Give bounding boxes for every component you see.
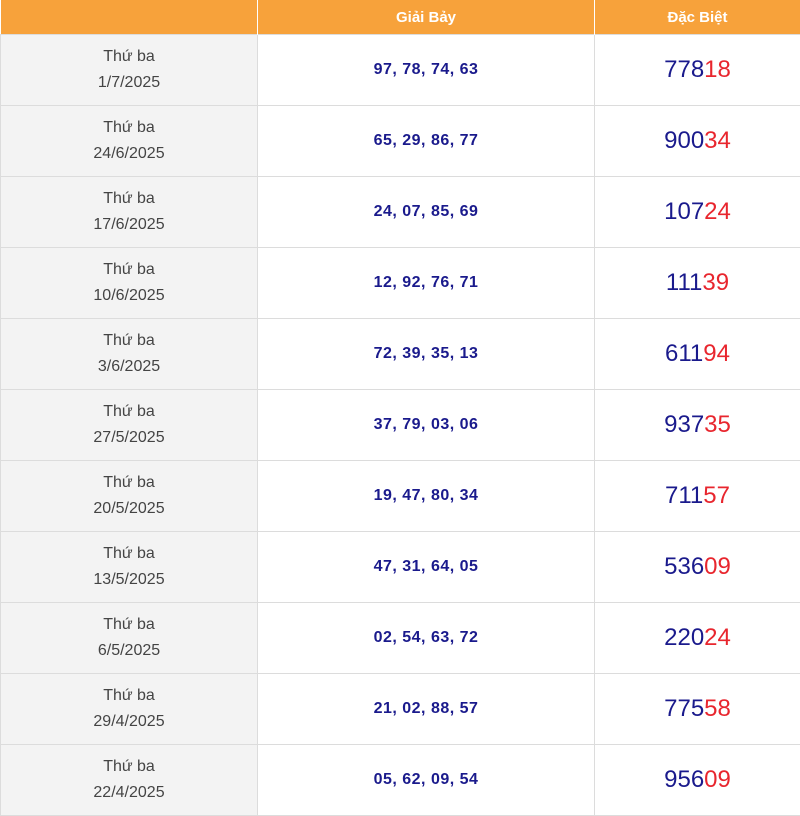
dac-biet-head-digits: 937 — [664, 411, 704, 438]
draw-date-label: 29/4/2025 — [1, 709, 257, 735]
draw-date-label: 3/6/2025 — [1, 354, 257, 380]
dac-biet-cell: 22024 — [595, 603, 800, 674]
table-row: Thứ ba13/5/202547, 31, 64, 0553609 — [1, 532, 800, 603]
weekday-label: Thứ ba — [1, 683, 257, 709]
dac-biet-cell: 90034 — [595, 106, 800, 177]
dac-biet-tail-digits: 39 — [702, 269, 729, 296]
dac-biet-tail-digits: 18 — [704, 56, 731, 83]
date-cell[interactable]: Thứ ba29/4/2025 — [1, 674, 258, 745]
weekday-label: Thứ ba — [1, 541, 257, 567]
giai-bay-cell: 05, 62, 09, 54 — [258, 745, 595, 816]
giai-bay-cell: 97, 78, 74, 63 — [258, 35, 595, 106]
dac-biet-cell: 61194 — [595, 319, 800, 390]
giai-bay-cell: 02, 54, 63, 72 — [258, 603, 595, 674]
header-giai-bay: Giải Bảy — [258, 0, 595, 35]
dac-biet-tail-digits: 35 — [704, 411, 731, 438]
dac-biet-tail-digits: 09 — [704, 553, 731, 580]
dac-biet-head-digits: 956 — [664, 766, 704, 793]
table-row: Thứ ba20/5/202519, 47, 80, 3471157 — [1, 461, 800, 532]
header-dac-biet: Đặc Biệt — [595, 0, 800, 35]
draw-date-label: 1/7/2025 — [1, 70, 257, 96]
table-row: Thứ ba22/4/202505, 62, 09, 5495609 — [1, 745, 800, 816]
dac-biet-head-digits: 107 — [664, 198, 704, 225]
dac-biet-tail-digits: 09 — [704, 766, 731, 793]
dac-biet-head-digits: 778 — [664, 56, 704, 83]
header-row: Giải Bảy Đặc Biệt — [1, 0, 800, 35]
draw-date-label: 10/6/2025 — [1, 283, 257, 309]
giai-bay-cell: 37, 79, 03, 06 — [258, 390, 595, 461]
date-cell[interactable]: Thứ ba3/6/2025 — [1, 319, 258, 390]
weekday-label: Thứ ba — [1, 115, 257, 141]
dac-biet-head-digits: 775 — [664, 695, 704, 722]
giai-bay-cell: 21, 02, 88, 57 — [258, 674, 595, 745]
draw-date-label: 27/5/2025 — [1, 425, 257, 451]
dac-biet-cell: 11139 — [595, 248, 800, 319]
weekday-label: Thứ ba — [1, 399, 257, 425]
dac-biet-tail-digits: 94 — [703, 340, 730, 367]
dac-biet-cell: 77818 — [595, 35, 800, 106]
dac-biet-head-digits: 536 — [664, 553, 704, 580]
weekday-label: Thứ ba — [1, 44, 257, 70]
dac-biet-tail-digits: 24 — [704, 624, 731, 651]
draw-date-label: 13/5/2025 — [1, 567, 257, 593]
dac-biet-cell: 93735 — [595, 390, 800, 461]
giai-bay-cell: 72, 39, 35, 13 — [258, 319, 595, 390]
dac-biet-head-digits: 611 — [665, 340, 703, 367]
date-cell[interactable]: Thứ ba13/5/2025 — [1, 532, 258, 603]
date-cell[interactable]: Thứ ba22/4/2025 — [1, 745, 258, 816]
table-body: Thứ ba1/7/202597, 78, 74, 6377818Thứ ba2… — [1, 35, 800, 816]
dac-biet-tail-digits: 57 — [703, 482, 730, 509]
table-row: Thứ ba6/5/202502, 54, 63, 7222024 — [1, 603, 800, 674]
table-header: Giải Bảy Đặc Biệt — [1, 0, 800, 35]
date-cell[interactable]: Thứ ba17/6/2025 — [1, 177, 258, 248]
table-row: Thứ ba17/6/202524, 07, 85, 6910724 — [1, 177, 800, 248]
dac-biet-tail-digits: 24 — [704, 198, 731, 225]
table-row: Thứ ba1/7/202597, 78, 74, 6377818 — [1, 35, 800, 106]
header-date — [1, 0, 258, 35]
dac-biet-head-digits: 220 — [664, 624, 704, 651]
date-cell[interactable]: Thứ ba1/7/2025 — [1, 35, 258, 106]
dac-biet-head-digits: 711 — [665, 482, 703, 509]
draw-date-label: 6/5/2025 — [1, 638, 257, 664]
date-cell[interactable]: Thứ ba24/6/2025 — [1, 106, 258, 177]
giai-bay-cell: 19, 47, 80, 34 — [258, 461, 595, 532]
table-row: Thứ ba24/6/202565, 29, 86, 7790034 — [1, 106, 800, 177]
draw-date-label: 24/6/2025 — [1, 141, 257, 167]
dac-biet-head-digits: 900 — [664, 127, 704, 154]
giai-bay-cell: 24, 07, 85, 69 — [258, 177, 595, 248]
table-row: Thứ ba29/4/202521, 02, 88, 5777558 — [1, 674, 800, 745]
dac-biet-head-digits: 111 — [666, 269, 702, 296]
weekday-label: Thứ ba — [1, 186, 257, 212]
giai-bay-cell: 47, 31, 64, 05 — [258, 532, 595, 603]
dac-biet-cell: 53609 — [595, 532, 800, 603]
table-row: Thứ ba27/5/202537, 79, 03, 0693735 — [1, 390, 800, 461]
lottery-results-table: Giải Bảy Đặc Biệt Thứ ba1/7/202597, 78, … — [0, 0, 800, 816]
date-cell[interactable]: Thứ ba27/5/2025 — [1, 390, 258, 461]
weekday-label: Thứ ba — [1, 328, 257, 354]
dac-biet-cell: 71157 — [595, 461, 800, 532]
dac-biet-tail-digits: 58 — [704, 695, 731, 722]
draw-date-label: 20/5/2025 — [1, 496, 257, 522]
dac-biet-cell: 77558 — [595, 674, 800, 745]
giai-bay-cell: 12, 92, 76, 71 — [258, 248, 595, 319]
weekday-label: Thứ ba — [1, 470, 257, 496]
giai-bay-cell: 65, 29, 86, 77 — [258, 106, 595, 177]
draw-date-label: 17/6/2025 — [1, 212, 257, 238]
date-cell[interactable]: Thứ ba10/6/2025 — [1, 248, 258, 319]
dac-biet-cell: 10724 — [595, 177, 800, 248]
weekday-label: Thứ ba — [1, 257, 257, 283]
dac-biet-cell: 95609 — [595, 745, 800, 816]
table-row: Thứ ba10/6/202512, 92, 76, 7111139 — [1, 248, 800, 319]
weekday-label: Thứ ba — [1, 754, 257, 780]
date-cell[interactable]: Thứ ba6/5/2025 — [1, 603, 258, 674]
date-cell[interactable]: Thứ ba20/5/2025 — [1, 461, 258, 532]
table-row: Thứ ba3/6/202572, 39, 35, 1361194 — [1, 319, 800, 390]
draw-date-label: 22/4/2025 — [1, 780, 257, 806]
dac-biet-tail-digits: 34 — [704, 127, 731, 154]
weekday-label: Thứ ba — [1, 612, 257, 638]
